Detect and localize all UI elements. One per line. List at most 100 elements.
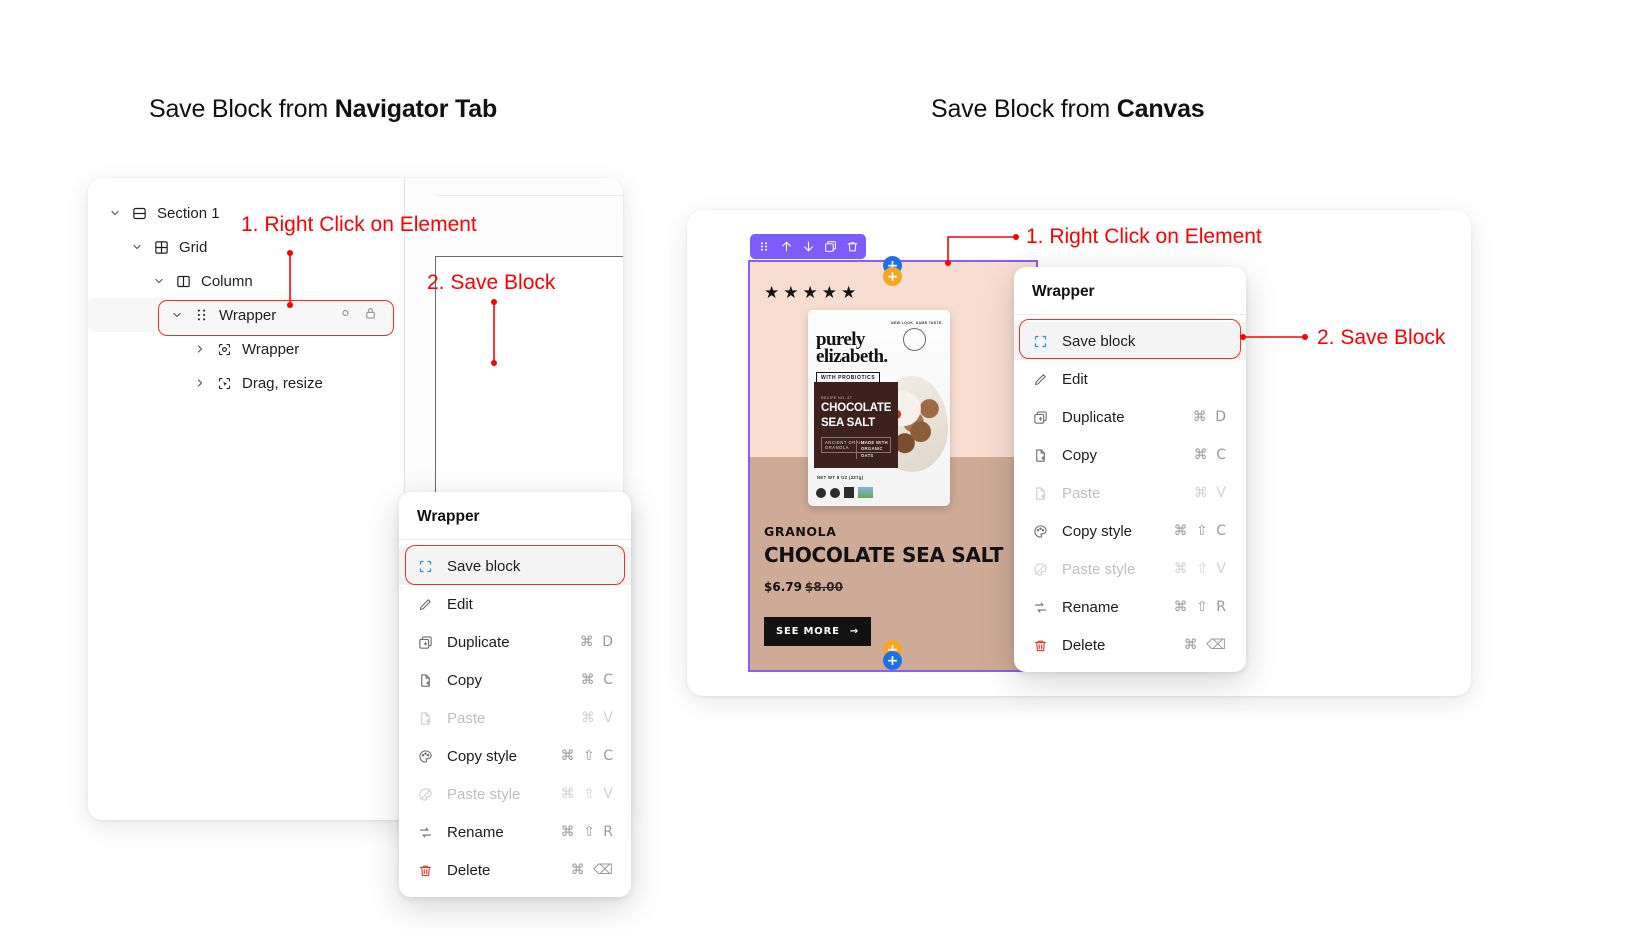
menu-item-edit[interactable]: Edit (1014, 360, 1246, 398)
tree-row-column[interactable]: Column (88, 264, 408, 298)
context-menu-title: Wrapper (1014, 267, 1246, 315)
menu-item-shortcut: ⌘ V (1193, 485, 1228, 501)
chevron-down-icon[interactable] (152, 274, 166, 288)
copy-icon (1032, 447, 1049, 464)
menu-item-rename[interactable]: Rename ⌘ ⇧ R (1014, 588, 1246, 626)
menu-item-label: Duplicate (1062, 408, 1125, 426)
menu-item-shortcut: ⌘ ⇧ V (1173, 561, 1228, 577)
menu-item-paste: Paste ⌘ V (1014, 474, 1246, 512)
menu-item-copy[interactable]: Copy ⌘ C (399, 661, 631, 699)
badge-square-icon (844, 487, 854, 498)
menu-item-shortcut: ⌘ ⇧ C (560, 748, 615, 764)
see-more-button[interactable]: SEE MORE → (764, 617, 871, 646)
palette-icon (1032, 523, 1049, 540)
tree-row-label: Section 1 (157, 204, 220, 222)
menu-item-copy-style[interactable]: Copy style ⌘ ⇧ C (399, 737, 631, 775)
packaging-recipe-no: RECIPE NO. 47 (821, 396, 852, 400)
menu-item-edit[interactable]: Edit (399, 585, 631, 623)
menu-item-shortcut: ⌘ ⇧ V (560, 786, 615, 802)
preview-top-divider (435, 178, 623, 196)
menu-item-paste-style: Paste style ⌘ ⇧ V (399, 775, 631, 813)
menu-item-label: Copy style (447, 747, 518, 765)
duplicate-icon[interactable] (819, 236, 841, 258)
tree-row-label: Wrapper (219, 306, 277, 324)
trash-icon[interactable] (841, 236, 863, 258)
menu-item-shortcut: ⌘ D (1192, 409, 1228, 425)
menu-item-duplicate[interactable]: Duplicate ⌘ D (1014, 398, 1246, 436)
save-block-icon (417, 558, 434, 575)
packaging-flavor-line2: SEA SALT (821, 416, 875, 429)
product-price-current: $6.79 (764, 580, 802, 594)
packaging-brand: purely elizabeth. (816, 330, 888, 366)
packaging-seal-icon (903, 328, 926, 351)
page-title-left: Save Block from Navigator Tab (149, 95, 497, 124)
menu-item-delete[interactable]: Delete ⌘ ⌫ (399, 851, 631, 889)
menu-item-label: Rename (1062, 598, 1119, 616)
block-toolbar[interactable] (750, 234, 866, 259)
context-menu-items: Save block Edit Duplicate ⌘ D Copy ⌘ C P… (1014, 315, 1246, 664)
drag-handle-icon[interactable] (753, 236, 775, 258)
menu-item-copy[interactable]: Copy ⌘ C (1014, 436, 1246, 474)
lock-icon[interactable] (363, 306, 378, 325)
menu-item-label: Paste (1062, 484, 1101, 502)
product-card-block[interactable]: ★★★★★ NEW LOOK, SAME TASTE. purely eliza… (748, 260, 1038, 672)
tree-row-wrapper-child[interactable]: Wrapper (88, 332, 408, 366)
title-left-prefix: Save Block from (149, 95, 335, 123)
menu-item-delete[interactable]: Delete ⌘ ⌫ (1014, 626, 1246, 664)
add-above-orange-handle[interactable]: + (883, 267, 902, 286)
menu-item-paste-style: Paste style ⌘ ⇧ V (1014, 550, 1246, 588)
rename-icon (417, 824, 434, 841)
chevron-down-icon[interactable] (108, 206, 122, 220)
save-block-icon (1032, 333, 1049, 350)
menu-item-duplicate[interactable]: Duplicate ⌘ D (399, 623, 631, 661)
move-down-icon[interactable] (797, 236, 819, 258)
chevron-right-icon[interactable] (193, 376, 207, 390)
duplicate-icon (417, 634, 434, 651)
tree-row-actions (338, 306, 378, 325)
menu-item-label: Rename (447, 823, 504, 841)
product-name: CHOCOLATE SEA SALT (764, 543, 1004, 567)
context-menu-navigator[interactable]: Wrapper Save block Edit Duplicate ⌘ D Co… (399, 492, 631, 897)
packaging-certification-badges (816, 487, 873, 498)
paste-icon (1032, 485, 1049, 502)
drag-dots-icon[interactable] (193, 307, 210, 324)
context-menu-title: Wrapper (399, 492, 631, 540)
move-up-icon[interactable] (775, 236, 797, 258)
menu-item-label: Delete (447, 861, 491, 879)
tree-row-wrapper-selected[interactable]: Wrapper (88, 298, 396, 332)
palette-slash-icon (417, 786, 434, 803)
menu-item-shortcut: ⌘ D (579, 634, 615, 650)
menu-item-copy-style[interactable]: Copy style ⌘ ⇧ C (1014, 512, 1246, 550)
interaction-icon (216, 375, 233, 392)
chevron-down-icon[interactable] (170, 308, 184, 322)
menu-item-label: Edit (447, 595, 473, 613)
context-menu-items: Save block Edit Duplicate ⌘ D Copy ⌘ C P… (399, 540, 631, 889)
context-menu-canvas[interactable]: Wrapper Save block Edit Duplicate ⌘ D Co… (1014, 267, 1246, 672)
menu-item-shortcut: ⌘ V (580, 710, 615, 726)
menu-item-save-block[interactable]: Save block (399, 545, 631, 585)
menu-item-paste: Paste ⌘ V (399, 699, 631, 737)
chevron-right-icon[interactable] (193, 342, 207, 356)
menu-item-label: Save block (447, 557, 521, 575)
menu-item-label: Paste (447, 709, 486, 727)
badge-circle-icon (816, 488, 826, 498)
add-below-blue-handle[interactable]: + (883, 651, 902, 670)
tree-row-drag-resize[interactable]: Drag, resize (88, 366, 408, 400)
menu-item-save-block[interactable]: Save block (1014, 319, 1246, 360)
duplicate-icon (1032, 409, 1049, 426)
pencil-icon (417, 596, 434, 613)
annotation-left-step-2: 2. Save Block (427, 271, 556, 294)
paste-icon (417, 710, 434, 727)
annotation-right-step-2: 2. Save Block (1317, 326, 1446, 349)
menu-item-shortcut: ⌘ C (580, 672, 615, 688)
grid-icon (153, 239, 170, 256)
menu-item-rename[interactable]: Rename ⌘ ⇧ R (399, 813, 631, 851)
tree-row-label: Drag, resize (242, 374, 323, 392)
see-more-label: SEE MORE (776, 626, 840, 637)
visibility-icon[interactable] (338, 306, 353, 325)
tree-row-label: Grid (179, 238, 208, 256)
menu-item-shortcut: ⌘ ⌫ (570, 862, 615, 878)
palette-icon (417, 748, 434, 765)
chevron-down-icon[interactable] (130, 240, 144, 254)
menu-item-label: Paste style (447, 785, 521, 803)
